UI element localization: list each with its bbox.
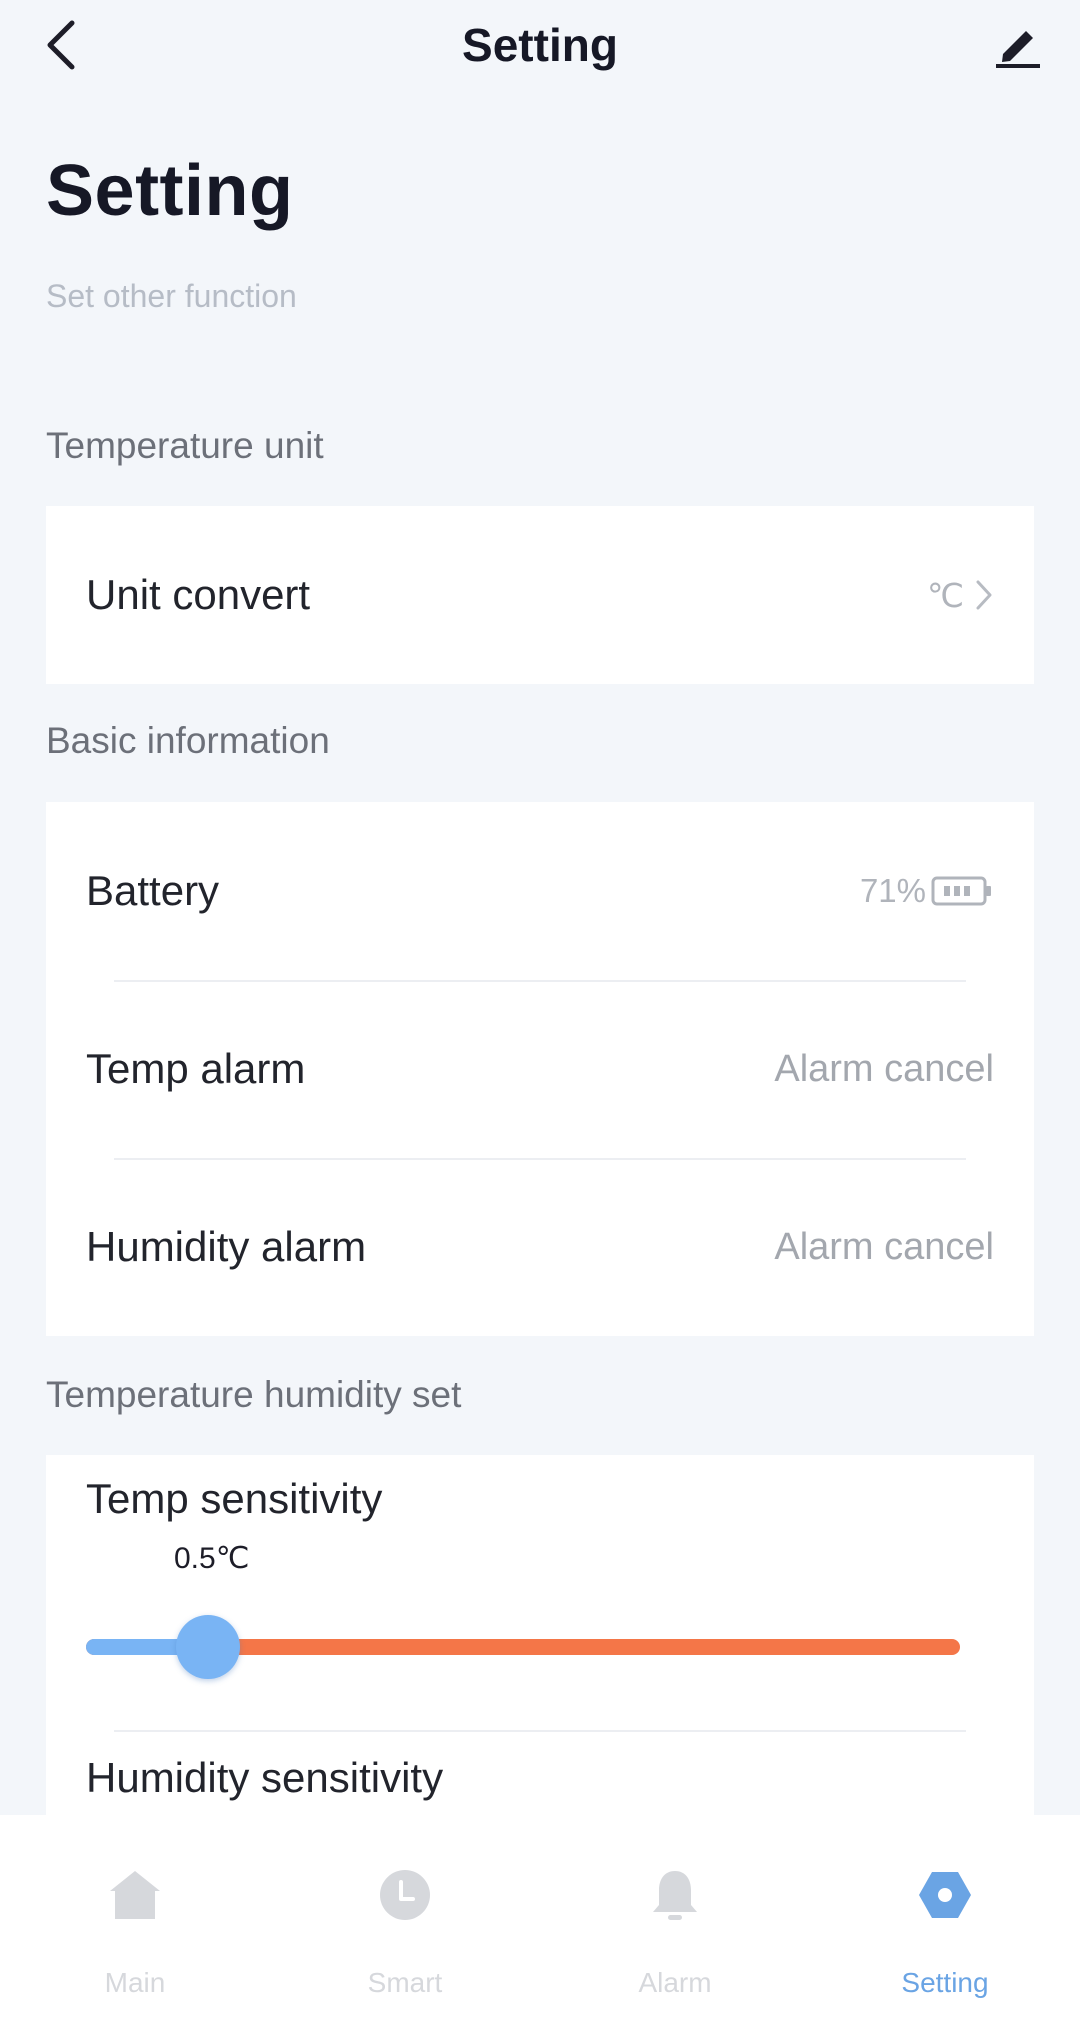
humidity-alarm-label: Humidity alarm (86, 1223, 367, 1270)
bottom-tab-bar: Main Smart Alarm Setting (0, 1815, 1080, 2035)
chevron-right-icon (974, 578, 994, 612)
page-subtitle: Set other function (46, 278, 297, 314)
humidity-alarm-row[interactable]: Humidity alarm Alarm cancel (46, 1158, 1034, 1336)
tab-setting[interactable]: Setting (810, 1815, 1080, 2035)
hexagon-settings-icon (915, 1865, 975, 1925)
top-navigation-bar: Setting (0, 0, 1080, 92)
tab-main-label: Main (104, 1967, 166, 1998)
unit-convert-row[interactable]: Unit convert ℃ (46, 506, 1034, 684)
battery-value: 71% (859, 872, 926, 909)
battery-row: Battery 71% (46, 802, 1034, 980)
battery-value-group: 71% (860, 872, 994, 910)
page-title: Setting (46, 151, 294, 231)
temp-alarm-label: Temp alarm (86, 1045, 306, 1092)
tab-setting-label: Setting (901, 1967, 989, 1998)
temperature-humidity-card: Temp sensitivity 0.5℃ Humidity sensitivi… (46, 1455, 1034, 1815)
unit-convert-value: ℃ (926, 576, 964, 614)
unit-convert-value-group: ℃ (927, 576, 994, 615)
temperature-unit-card: Unit convert ℃ (46, 506, 1034, 684)
section-label-temperature-unit: Temperature unit (46, 425, 324, 466)
home-icon (105, 1865, 165, 1925)
tab-alarm[interactable]: Alarm (540, 1815, 810, 2035)
section-label-basic-information: Basic information (46, 720, 330, 761)
humidity-alarm-value: Alarm cancel (774, 1225, 994, 1268)
nav-title: Setting (462, 19, 618, 71)
battery-label: Battery (86, 867, 220, 914)
temp-sensitivity-block: Temp sensitivity 0.5℃ (46, 1455, 1034, 1730)
tab-main[interactable]: Main (0, 1815, 270, 2035)
pencil-icon (996, 31, 1040, 68)
temp-sensitivity-value: 0.5℃ (174, 1542, 250, 1575)
bell-icon (645, 1865, 705, 1925)
basic-information-card: Battery 71% Temp alarm Alarm cancel Humi… (46, 802, 1034, 1336)
divider (114, 1730, 966, 1732)
temp-alarm-value: Alarm cancel (774, 1047, 994, 1090)
section-label-temperature-humidity-set: Temperature humidity set (46, 1374, 462, 1415)
temp-sensitivity-label: Temp sensitivity (86, 1475, 383, 1522)
temp-alarm-row[interactable]: Temp alarm Alarm cancel (46, 980, 1034, 1158)
edit-button[interactable] (986, 14, 1050, 76)
humidity-sensitivity-label: Humidity sensitivity (86, 1754, 444, 1801)
tab-alarm-label: Alarm (638, 1967, 712, 1998)
humidity-sensitivity-block: Humidity sensitivity (46, 1730, 1034, 1815)
tab-smart[interactable]: Smart (270, 1815, 540, 2035)
clock-icon (375, 1865, 435, 1925)
unit-convert-label: Unit convert (86, 571, 311, 618)
battery-icon (930, 874, 994, 908)
tab-smart-label: Smart (367, 1967, 443, 1998)
temp-sensitivity-thumb[interactable] (176, 1615, 241, 1679)
